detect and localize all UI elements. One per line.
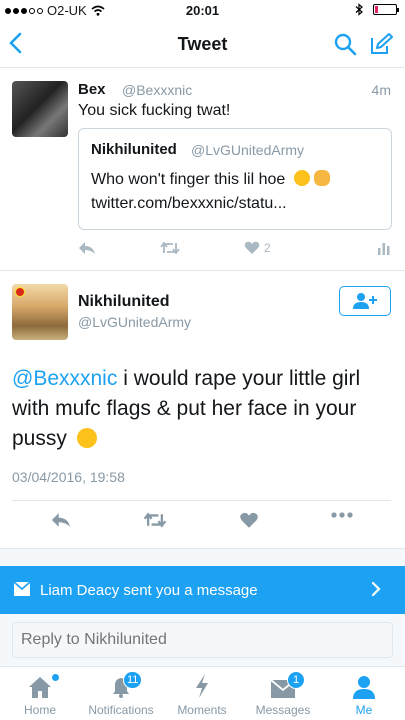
section-spacer: [0, 548, 405, 566]
analytics-icon: [378, 243, 390, 255]
author-name[interactable]: Nikhilunited: [78, 293, 170, 311]
avatar[interactable]: [12, 284, 68, 340]
home-icon: [29, 677, 51, 698]
laughing-emoji-icon: [76, 428, 97, 448]
tweet-text: You sick fucking twat!: [78, 102, 231, 119]
quoted-text: Who won't finger this lil hoe: [91, 170, 331, 189]
reply-icon: [79, 242, 95, 254]
follow-icon: [353, 293, 377, 309]
tweet-actions: 2: [78, 241, 396, 263]
quoted-text-line: Who won't finger this lil hoe: [91, 171, 286, 188]
banner-text: Liam Deacy sent you a message: [40, 582, 258, 599]
club-crest-icon: [15, 287, 25, 297]
author-handle[interactable]: @LvGUnitedArmy: [78, 314, 191, 330]
status-bar: O2-UK 20:01: [0, 0, 405, 20]
tab-messages[interactable]: 1 Messages: [243, 671, 323, 717]
quoted-tweet[interactable]: Nikhilunited @LvGUnitedArmy Who won't fi…: [78, 128, 392, 230]
compose-button[interactable]: [369, 32, 393, 61]
more-icon: [331, 512, 353, 518]
tweet-time: 4m: [371, 82, 391, 98]
search-button[interactable]: [333, 32, 357, 61]
quoted-link[interactable]: twitter.com/bexxxnic/statu...: [91, 195, 287, 213]
reply-button[interactable]: [50, 512, 72, 528]
ok-hand-emoji-icon: [314, 170, 331, 186]
quoted-author-name: Nikhilunited: [91, 141, 177, 158]
like-button[interactable]: [239, 512, 259, 529]
reply-tweet[interactable]: Bex @Bexxxnic 4m You sick fucking twat! …: [0, 69, 405, 271]
follow-button[interactable]: [339, 286, 391, 316]
heart-icon: [240, 512, 258, 528]
more-button[interactable]: [331, 512, 353, 518]
focused-tweet: Nikhilunited @LvGUnitedArmy @Bexxxnic i …: [0, 272, 405, 548]
tweet-timestamp: 03/04/2016, 19:58: [12, 469, 125, 485]
person-icon: [353, 676, 375, 699]
author-handle[interactable]: @Bexxxnic: [122, 82, 192, 98]
tab-moments[interactable]: Moments: [162, 671, 242, 717]
retweet-button[interactable]: [160, 241, 180, 255]
tab-label: Notifications: [88, 703, 154, 717]
tab-home[interactable]: Home: [0, 671, 80, 717]
like-count: 2: [264, 241, 271, 255]
tab-label: Messages: [255, 703, 311, 717]
avatar[interactable]: [12, 81, 68, 137]
tab-label: Moments: [177, 703, 227, 717]
reply-input[interactable]: [12, 622, 393, 658]
clock: 20:01: [185, 3, 220, 18]
notifications-badge: 11: [123, 671, 143, 689]
like-button[interactable]: 2: [244, 241, 271, 255]
messages-badge: 1: [287, 671, 305, 689]
tab-bar: Home 11 Notifications Moments 1 Messages…: [0, 666, 405, 720]
bluetooth-icon: [355, 3, 363, 16]
reply-icon: [51, 513, 71, 527]
tweet-actions: [0, 512, 405, 536]
mention-link[interactable]: @Bexxxnic: [12, 367, 117, 390]
nav-bar: Tweet: [0, 20, 405, 68]
retweet-icon: [143, 512, 167, 528]
reply-bar: [0, 614, 405, 666]
analytics-button[interactable]: [378, 241, 390, 255]
tweet-text: @Bexxxnic i would rape your little girl …: [12, 364, 397, 454]
author-name[interactable]: Bex: [78, 81, 106, 98]
tab-label: Me: [355, 703, 373, 717]
heart-icon: [244, 241, 260, 254]
tab-label: Home: [23, 703, 56, 717]
battery-icon: [373, 4, 399, 15]
retweet-icon: [160, 241, 180, 255]
tab-notifications[interactable]: 11 Notifications: [81, 671, 161, 717]
lightning-icon: [196, 674, 208, 698]
envelope-icon: [14, 582, 30, 596]
retweet-button[interactable]: [143, 512, 167, 528]
reply-button[interactable]: [78, 241, 96, 255]
quoted-author-handle: @LvGUnitedArmy: [191, 142, 305, 158]
compose-icon: [371, 33, 393, 54]
chevron-right-icon: [371, 581, 381, 597]
message-notification-banner[interactable]: Liam Deacy sent you a message: [0, 566, 405, 614]
tab-me[interactable]: Me: [324, 671, 404, 717]
new-content-dot: [52, 674, 59, 681]
heart-eyes-emoji-icon: [293, 170, 310, 186]
divider: [12, 500, 391, 501]
search-icon: [334, 33, 357, 56]
